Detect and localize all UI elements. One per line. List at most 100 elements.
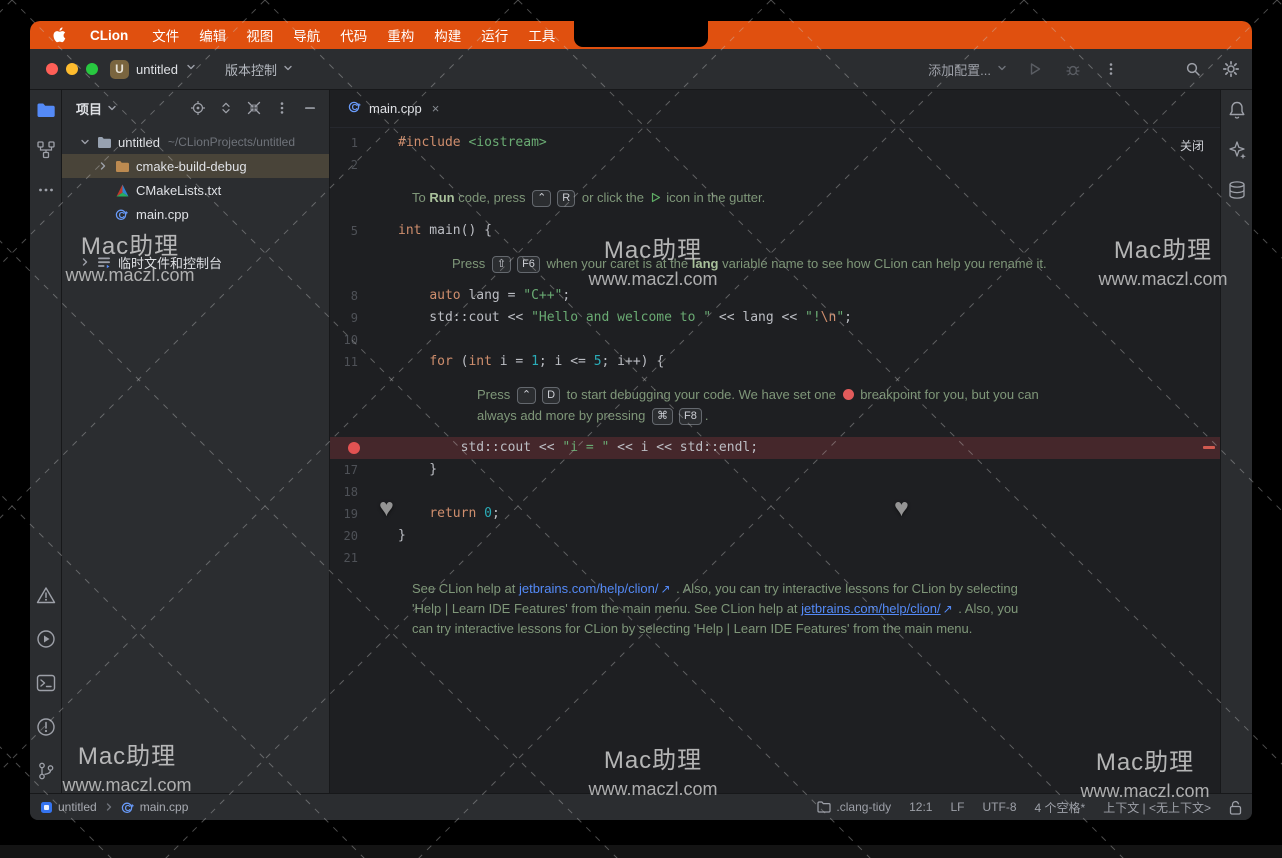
project-panel-title[interactable]: 项目 (76, 99, 118, 118)
close-window-button[interactable] (46, 63, 58, 75)
minimize-window-button[interactable] (66, 63, 78, 75)
warnings-tool-button[interactable] (32, 581, 60, 609)
gutter[interactable]: 20 (330, 525, 398, 547)
zoom-window-button[interactable] (86, 63, 98, 75)
menu-app-name[interactable]: CLion (76, 28, 142, 43)
apple-menu-icon[interactable] (42, 27, 76, 43)
gutter[interactable]: 17 (330, 459, 398, 481)
code-line[interactable]: 9 std::cout << "Hello and welcome to " <… (330, 307, 1220, 329)
code-text[interactable]: std::cout << "Hello and welcome to " << … (398, 307, 852, 329)
more-actions-button[interactable] (1100, 58, 1122, 80)
code-line[interactable]: 5int main() { (330, 220, 1220, 242)
tree-item-cmakelists[interactable]: CMakeLists.txt (62, 178, 329, 202)
code-line[interactable]: 18 (330, 481, 1220, 503)
code-text[interactable]: return 0; (398, 503, 500, 525)
status-item[interactable]: 上下文 | <无上下文> (1103, 799, 1211, 816)
code-line[interactable]: 11 for (int i = 1; i <= 5; i++) { (330, 351, 1220, 373)
gutter[interactable]: 21 (330, 547, 398, 569)
code-line[interactable]: 17 } (330, 459, 1220, 481)
code-line[interactable]: 19 return 0; (330, 503, 1220, 525)
tab-close-icon[interactable]: × (432, 101, 440, 116)
run-configuration-selector[interactable]: 添加配置... (928, 60, 1008, 79)
settings-gear-button[interactable] (1220, 58, 1242, 80)
project-folder-tool-button[interactable] (32, 96, 60, 124)
gutter[interactable]: 18 (330, 481, 398, 503)
terminal-tool-button[interactable] (32, 669, 60, 697)
vcs-widget[interactable]: 版本控制 (225, 49, 294, 89)
search-everywhere-button[interactable] (1182, 58, 1204, 80)
menu-item[interactable]: 文件 (142, 21, 189, 49)
code-line-breakpoint[interactable]: std::cout << "i = " << i << std::endl; (330, 437, 1220, 459)
code-text[interactable]: for (int i = 1; i <= 5; i++) { (398, 351, 664, 373)
chevron-right-icon[interactable] (94, 160, 112, 172)
menu-item[interactable]: 构建 (424, 21, 471, 49)
expand-chevrons-button[interactable] (217, 99, 235, 117)
more-tools-tool-button[interactable] (32, 176, 60, 204)
chevron-right-icon[interactable] (76, 256, 94, 268)
breadcrumb-item[interactable]: Cmain.cpp (121, 800, 189, 814)
status-item[interactable]: .clang-tidy (817, 800, 891, 814)
status-item[interactable]: 12:1 (909, 800, 932, 814)
help-link[interactable]: jetbrains.com/help/clion/ (801, 601, 940, 616)
commit-tool-button[interactable] (32, 136, 60, 164)
notifications-tool-button[interactable] (1223, 96, 1251, 124)
collapse-all-button[interactable] (245, 99, 263, 117)
code-text[interactable]: std::cout << "i = " << i << std::endl; (398, 437, 758, 459)
menu-item[interactable]: 重构 (377, 21, 424, 49)
tree-item-untitled[interactable]: untitled~/CLionProjects/untitled (62, 130, 329, 154)
debug-button[interactable] (1062, 58, 1084, 80)
tab-main-cpp[interactable]: C main.cpp × (338, 90, 449, 127)
code-text[interactable]: } (398, 525, 406, 547)
gutter[interactable]: 1 (330, 132, 398, 154)
code-text[interactable]: auto lang = "C++"; (398, 285, 570, 307)
status-item[interactable]: 4 个空格* (1035, 799, 1086, 816)
menu-item[interactable]: 视图 (236, 21, 283, 49)
gutter[interactable]: 9 (330, 307, 398, 329)
status-item[interactable]: UTF-8 (983, 800, 1017, 814)
gutter[interactable]: 19 (330, 503, 398, 525)
breadcrumb-item[interactable]: untitled (40, 800, 97, 814)
ai-assistant-tool-button[interactable] (1223, 136, 1251, 164)
menu-item[interactable]: 运行 (471, 21, 518, 49)
code-line[interactable]: 1#include <iostream> (330, 132, 1220, 154)
editor-body[interactable]: 关闭 1#include <iostream>2To Run code, pre… (330, 128, 1220, 793)
code-text[interactable]: } (398, 459, 437, 481)
code-line[interactable]: 20} (330, 525, 1220, 547)
external-link-icon[interactable]: ↗ (943, 602, 953, 616)
tree-item-scratches[interactable]: 临时文件和控制台 (62, 250, 329, 274)
code-line[interactable]: 8 auto lang = "C++"; (330, 285, 1220, 307)
menu-item[interactable]: 编辑 (189, 21, 236, 49)
gutter[interactable] (330, 437, 398, 459)
close-banner-link[interactable]: 关闭 (1180, 137, 1204, 154)
menu-item[interactable]: 工具 (518, 21, 565, 49)
code-text[interactable]: int main() { (398, 220, 492, 242)
run-button[interactable] (1024, 58, 1046, 80)
more-options-button[interactable] (273, 99, 291, 117)
gutter[interactable]: 11 (330, 351, 398, 373)
gutter[interactable]: 5 (330, 220, 398, 242)
code-area[interactable]: 1#include <iostream>2To Run code, press … (330, 128, 1220, 650)
tree-item-cmake-build-debug[interactable]: cmake-build-debug (62, 154, 329, 178)
gutter[interactable]: 2 (330, 154, 398, 176)
chevron-down-icon[interactable] (76, 136, 94, 148)
project-widget[interactable]: U untitled (110, 49, 197, 89)
code-line[interactable]: 21 (330, 547, 1220, 569)
help-link[interactable]: jetbrains.com/help/clion/ (519, 581, 658, 596)
status-item-unlock[interactable] (1229, 800, 1242, 815)
tree-item-main-cpp[interactable]: Cmain.cpp (62, 202, 329, 226)
gutter[interactable]: 8 (330, 285, 398, 307)
gutter[interactable]: 10 (330, 329, 398, 351)
hide-panel-button[interactable] (301, 99, 319, 117)
problems-tool-button[interactable] (32, 713, 60, 741)
code-text[interactable]: #include <iostream> (398, 132, 547, 154)
code-line[interactable]: 10 (330, 329, 1220, 351)
database-tool-button[interactable] (1223, 176, 1251, 204)
breakpoint-dot[interactable] (348, 442, 360, 454)
external-link-icon[interactable]: ↗ (660, 582, 670, 596)
run-tool-button[interactable] (32, 625, 60, 653)
locate-button[interactable] (189, 99, 207, 117)
menu-item[interactable]: 代码 (330, 21, 377, 49)
status-item[interactable]: LF (950, 800, 964, 814)
code-line[interactable]: 2 (330, 154, 1220, 176)
menu-item[interactable]: 导航 (283, 21, 330, 49)
